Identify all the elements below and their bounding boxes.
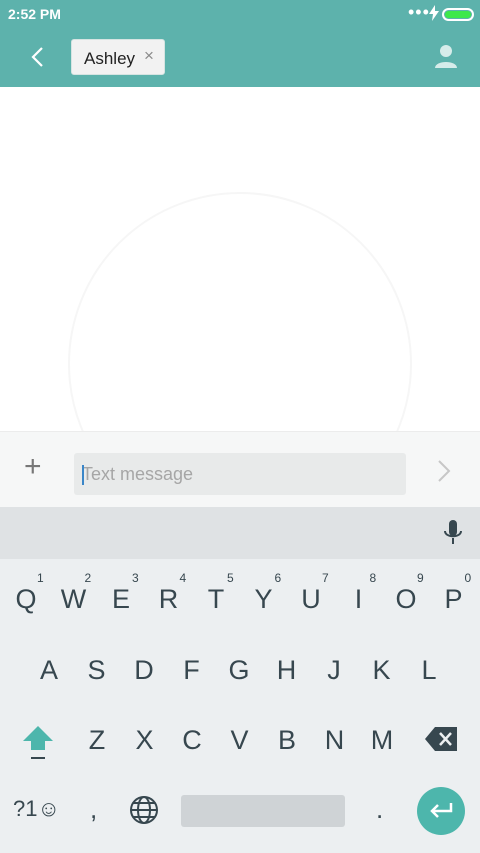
conversation-area: [0, 87, 480, 536]
key-hint-1: 1: [37, 571, 44, 585]
key-hint-4: 4: [179, 571, 187, 585]
key-t[interactable]: T: [194, 579, 238, 619]
key-m[interactable]: M: [360, 720, 404, 760]
key-p[interactable]: P: [432, 579, 476, 619]
key-i[interactable]: I: [337, 579, 381, 619]
key-w[interactable]: W: [52, 579, 96, 619]
key-k[interactable]: K: [360, 650, 404, 690]
key-r[interactable]: R: [147, 579, 191, 619]
recipient-chip[interactable]: Ashley ×: [71, 39, 165, 75]
app-bar: 2:52 PM ••• Ashley ×: [0, 0, 480, 87]
key-f[interactable]: F: [170, 650, 214, 690]
symbols-key[interactable]: ?1☺: [13, 796, 60, 822]
enter-arrow-icon: [430, 803, 453, 818]
key-j[interactable]: J: [312, 650, 356, 690]
status-time: 2:52 PM: [8, 6, 61, 22]
key-d[interactable]: D: [122, 650, 166, 690]
key-hint-8: 8: [369, 571, 377, 585]
shift-icon[interactable]: [20, 722, 56, 762]
contact-person-icon[interactable]: [432, 42, 460, 70]
backspace-icon[interactable]: [424, 724, 460, 754]
key-hint-7: 7: [322, 571, 329, 585]
key-g[interactable]: G: [217, 650, 261, 690]
add-attachment-button[interactable]: +: [24, 452, 42, 482]
key-a[interactable]: A: [27, 650, 71, 690]
message-field-container[interactable]: [74, 453, 406, 495]
compose-bar: +: [0, 431, 480, 507]
battery-icon: [442, 8, 474, 21]
key-n[interactable]: N: [313, 720, 357, 760]
key-hint-6: 6: [274, 571, 282, 585]
text-cursor: [82, 465, 84, 485]
chevron-left-icon: [31, 47, 43, 67]
key-x[interactable]: X: [123, 720, 167, 760]
key-hint-5: 5: [227, 571, 234, 585]
signal-dots-icon: •••: [408, 2, 430, 22]
key-hint-2: 2: [84, 571, 92, 585]
key-y[interactable]: Y: [242, 579, 286, 619]
key-c[interactable]: C: [170, 720, 214, 760]
key-o[interactable]: O: [384, 579, 428, 619]
key-hint-9: 9: [417, 571, 424, 585]
key-h[interactable]: H: [265, 650, 309, 690]
back-button[interactable]: [22, 40, 52, 74]
space-bar[interactable]: [181, 795, 345, 827]
period-key[interactable]: .: [376, 794, 383, 825]
key-hint-0: 0: [464, 571, 472, 585]
text-message-input[interactable]: [74, 453, 406, 495]
globe-icon[interactable]: [128, 794, 160, 826]
key-l[interactable]: L: [407, 650, 451, 690]
key-z[interactable]: Z: [75, 720, 119, 760]
key-v[interactable]: V: [218, 720, 262, 760]
key-e[interactable]: E: [99, 579, 143, 619]
send-arrow-icon[interactable]: [432, 456, 456, 486]
comma-key[interactable]: ,: [90, 794, 97, 825]
recipient-name: Ashley: [84, 49, 136, 68]
key-u[interactable]: U: [289, 579, 333, 619]
microphone-icon[interactable]: [441, 518, 465, 548]
key-q[interactable]: Q: [4, 579, 48, 619]
remove-recipient-icon[interactable]: ×: [144, 46, 154, 66]
key-b[interactable]: B: [265, 720, 309, 760]
key-hint-3: 3: [132, 571, 139, 585]
charging-bolt-icon: [429, 5, 439, 21]
enter-button[interactable]: [417, 787, 465, 835]
keyboard-suggestion-strip: [0, 507, 480, 559]
status-bar: 2:52 PM •••: [0, 0, 480, 28]
key-s[interactable]: S: [75, 650, 119, 690]
